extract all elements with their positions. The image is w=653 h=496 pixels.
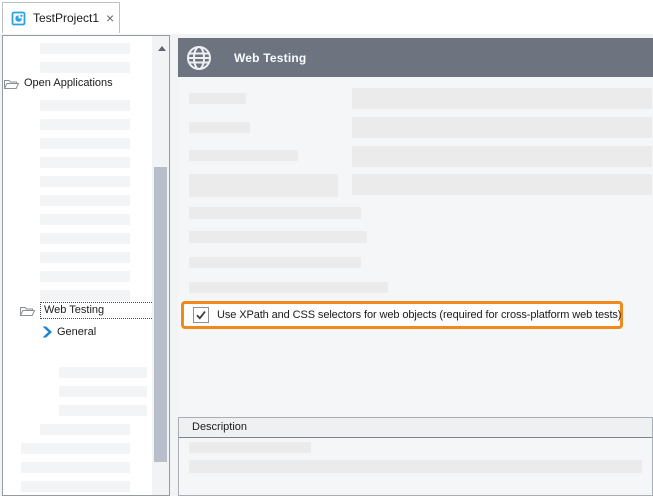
redacted-text-bar	[40, 176, 130, 187]
redacted-text-bar	[59, 386, 147, 397]
redacted-text-bar	[352, 146, 652, 167]
redacted-text-bar	[352, 88, 652, 109]
redacted-text-bar	[189, 231, 367, 243]
sidebar-item-web-testing[interactable]: Web Testing	[19, 301, 154, 319]
blue-arrow-icon	[42, 326, 53, 338]
redacted-text-bar	[189, 122, 250, 133]
redacted-text-bar	[40, 424, 130, 435]
web-testing-settings-panel: Web Testing Use XPath and CSS selectors …	[178, 38, 653, 496]
xpath-css-checkbox[interactable]	[193, 307, 209, 323]
redacted-text-bar	[40, 233, 130, 244]
redacted-text-bar	[40, 290, 130, 301]
redacted-text-bar	[40, 157, 130, 168]
tab-close-icon[interactable]: ×	[106, 11, 114, 25]
open-folder-icon	[3, 77, 20, 90]
tab-bar: TestProject1 ×	[0, 0, 653, 34]
description-pane-title: Description	[179, 418, 652, 438]
redacted-text-bar	[189, 150, 298, 161]
sidebar-redacted-bars	[3, 36, 169, 495]
redacted-text-bar	[59, 405, 147, 416]
redacted-text-bar	[59, 367, 147, 378]
project-icon	[11, 11, 26, 26]
xpath-css-option-highlight: Use XPath and CSS selectors for web obje…	[181, 301, 623, 329]
sidebar-item-label: Open Applications	[24, 77, 113, 89]
redacted-text-bar	[189, 442, 311, 453]
redacted-text-bar	[352, 117, 652, 138]
tab-label: TestProject1	[33, 11, 100, 25]
app-window: TestProject1 × Open Applications Web Tes…	[0, 0, 653, 496]
description-pane: Description	[178, 417, 653, 496]
redacted-text-bar	[189, 460, 642, 473]
redacted-text-bar	[189, 207, 361, 219]
redacted-text-bar	[21, 481, 130, 492]
sidebar-item-general[interactable]: General	[42, 324, 96, 340]
sidebar-item-label: General	[57, 326, 97, 338]
redacted-text-bar	[40, 252, 130, 263]
description-redacted-bars	[179, 438, 652, 496]
redacted-text-bar	[352, 174, 652, 195]
redacted-text-bar	[40, 100, 130, 111]
sidebar-item-label-selected: Web Testing	[40, 301, 154, 319]
scroll-up-arrow-icon[interactable]	[158, 46, 166, 51]
redacted-text-bar	[40, 43, 130, 54]
redacted-text-bar	[40, 271, 130, 282]
redacted-text-bar	[40, 62, 130, 73]
redacted-text-bar	[40, 195, 130, 206]
redacted-text-bar	[40, 119, 130, 130]
sidebar-item-open-applications[interactable]: Open Applications	[3, 75, 113, 91]
tab-testproject1[interactable]: TestProject1 ×	[2, 2, 120, 33]
settings-tree-sidebar: Open Applications Web Testing General	[2, 35, 170, 496]
redacted-text-bar	[189, 282, 388, 293]
open-folder-icon	[19, 304, 36, 317]
redacted-text-bar	[21, 462, 130, 473]
main-redacted-bars	[178, 38, 653, 417]
redacted-text-bar	[40, 138, 130, 149]
sidebar-scrollbar-thumb[interactable]	[154, 167, 167, 462]
redacted-text-bar	[21, 443, 130, 454]
redacted-text-bar	[189, 257, 361, 268]
redacted-text-bar	[189, 174, 338, 197]
redacted-text-bar	[40, 214, 130, 225]
xpath-css-option-label[interactable]: Use XPath and CSS selectors for web obje…	[217, 309, 621, 321]
redacted-text-bar	[189, 93, 246, 104]
